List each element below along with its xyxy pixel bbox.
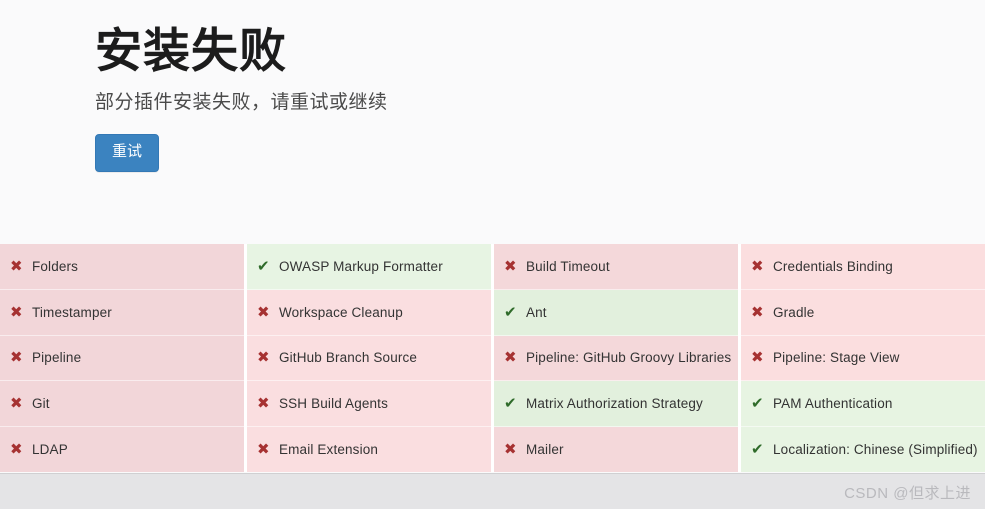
cross-icon: ✖ [751,349,764,367]
plugin-cell: ✖ SSH Build Agents [247,381,491,428]
plugin-cell: ✖ Git [0,381,244,428]
cross-icon: ✖ [504,257,517,275]
plugin-name-label: SSH Build Agents [279,396,388,412]
plugin-name-label: Workspace Cleanup [279,304,403,320]
plugin-name-label: PAM Authentication [773,396,893,412]
check-icon: ✔ [751,395,764,413]
plugin-name-label: Build Timeout [526,258,610,274]
cross-icon: ✖ [751,303,764,321]
footer-area: CSDN @但求上进 [0,473,985,509]
plugin-cell: ✖ Gradle [741,289,985,336]
plugin-cell: ✖ Mailer [494,427,738,472]
plugin-cell: ✖ Pipeline [0,335,244,382]
cross-icon: ✖ [10,257,23,275]
plugin-cell: ✖ Timestamper [0,289,244,336]
header-section: 安装失败 部分插件安装失败，请重试或继续 重试 [0,0,985,222]
cross-icon: ✖ [504,349,517,367]
cross-icon: ✖ [10,349,23,367]
plugin-name-label: Timestamper [32,304,112,320]
cross-icon: ✖ [257,395,270,413]
check-icon: ✔ [504,303,517,321]
plugin-cell: ✖ Credentials Binding [741,244,985,290]
plugin-name-label: GitHub Branch Source [279,350,418,366]
watermark-text: CSDN @但求上进 [844,485,971,502]
plugin-name-label: Localization: Chinese (Simplified) [773,442,978,458]
cross-icon: ✖ [257,441,270,459]
check-icon: ✔ [751,441,764,459]
cross-icon: ✖ [257,349,270,367]
cross-icon: ✖ [10,395,23,413]
plugin-column: ✖ Folders ✖ Timestamper ✖ Pipeline ✖ Git ✖ LDAP [0,244,244,472]
cross-icon: ✖ [10,303,23,321]
plugin-name-label: Ant [526,304,547,320]
cross-icon: ✖ [504,441,517,459]
plugin-cell: ✔ Matrix Authorization Strategy [494,381,738,428]
plugin-column: ✔ OWASP Markup Formatter ✖ Workspace Cleanu… [247,244,491,472]
plugin-name-label: Email Extension [279,442,379,458]
cross-icon: ✖ [751,257,764,275]
plugin-name-label: OWASP Markup Formatter [279,258,443,274]
check-icon: ✔ [504,395,517,413]
plugin-cell: ✖ Build Timeout [494,244,738,290]
plugin-name-label: Mailer [526,442,564,458]
plugin-cell: ✔ Localization: Chinese (Simplified) [741,427,985,472]
page-title: 安装失败 [95,24,287,77]
plugin-cell: ✖ Email Extension [247,427,491,472]
plugin-cell: ✔ PAM Authentication [741,381,985,428]
plugin-cell: ✖ Workspace Cleanup [247,289,491,336]
plugin-name-label: Pipeline: GitHub Groovy Libraries [526,350,732,366]
plugin-cell: ✖ Folders [0,244,244,290]
plugin-status-grid: ✖ Folders ✖ Timestamper ✖ Pipeline ✖ Git ✖ LDAP ✔ O… [0,244,985,472]
plugin-cell: ✖ Pipeline: Stage View [741,335,985,382]
plugin-name-label: Git [32,396,50,412]
page-subtitle: 部分插件安装失败，请重试或继续 [95,92,388,114]
plugin-column: ✖ Build Timeout ✔ Ant ✖ Pipeline: GitHub Groo… [494,244,738,472]
plugin-name-label: Pipeline: Stage View [773,350,900,366]
cross-icon: ✖ [257,303,270,321]
check-icon: ✔ [257,257,270,275]
plugin-cell: ✔ OWASP Markup Formatter [247,244,491,290]
retry-button[interactable]: 重试 [95,134,160,172]
plugin-name-label: Pipeline [32,350,82,366]
plugin-name-label: Gradle [773,304,815,320]
plugin-column: ✖ Credentials Binding ✖ Gradle ✖ Pipeline: St… [741,244,985,472]
plugin-cell: ✖ LDAP [0,427,244,472]
plugin-cell: ✖ Pipeline: GitHub Groovy Libraries [494,335,738,382]
plugin-cell: ✔ Ant [494,289,738,336]
plugin-name-label: Credentials Binding [773,258,893,274]
plugin-name-label: Folders [32,258,79,274]
plugin-name-label: LDAP [32,442,68,458]
plugin-name-label: Matrix Authorization Strategy [526,396,703,412]
plugin-cell: ✖ GitHub Branch Source [247,335,491,382]
cross-icon: ✖ [10,441,23,459]
